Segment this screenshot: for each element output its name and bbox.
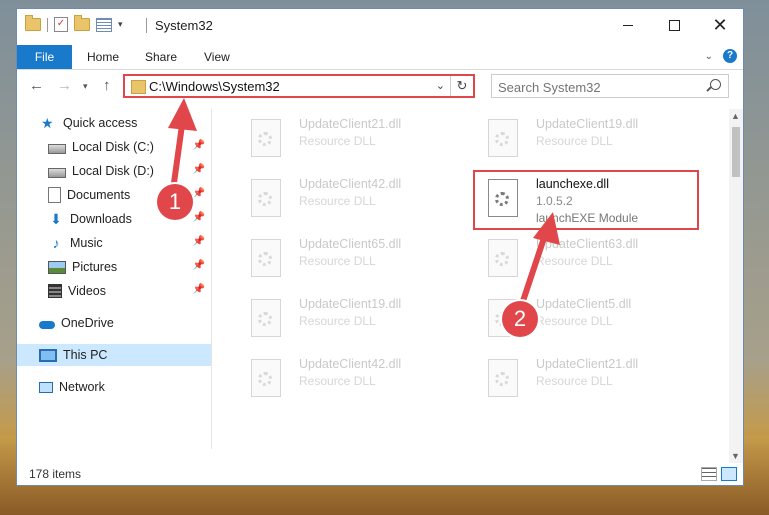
annotation-arrows — [168, 98, 560, 307]
step-2-callout: 2 — [502, 301, 538, 337]
arrow-1-head — [168, 98, 197, 131]
step-1-callout: 1 — [157, 184, 193, 220]
arrow-2-line — [519, 229, 549, 307]
arrow-2-head — [533, 212, 560, 245]
